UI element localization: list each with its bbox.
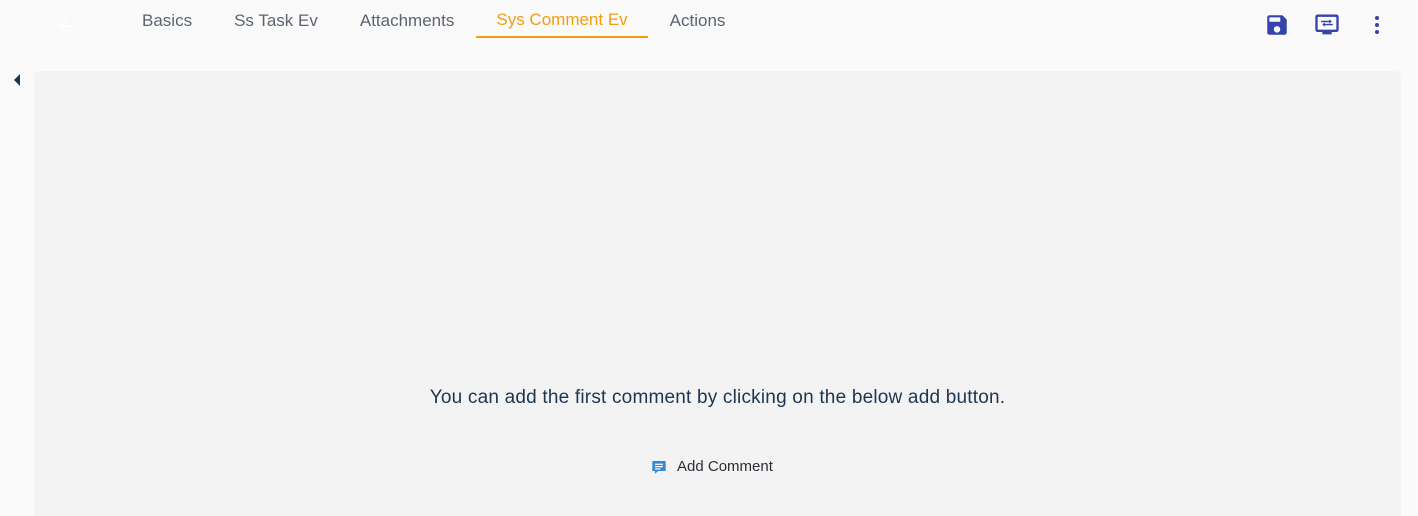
- tab-sys-comment-ev[interactable]: Sys Comment Ev: [476, 0, 648, 38]
- more-vert-icon: [1375, 16, 1379, 34]
- empty-comments-message: You can add the first comment by clickin…: [429, 387, 1006, 408]
- caret-left-icon: [14, 74, 20, 86]
- tab-bar: Basics Ss Task Ev Attachments Sys Commen…: [122, 0, 747, 52]
- tab-basics[interactable]: Basics: [122, 0, 212, 38]
- more-options-button[interactable]: [1362, 10, 1392, 40]
- comment-icon: [652, 460, 666, 474]
- tab-actions[interactable]: Actions: [650, 0, 746, 38]
- back-button[interactable]: [52, 12, 80, 40]
- comments-panel: You can add the first comment by clickin…: [34, 71, 1401, 516]
- transfer-icon: [1315, 14, 1339, 35]
- save-icon: [1267, 15, 1287, 35]
- tab-ss-task-ev[interactable]: Ss Task Ev: [214, 0, 338, 38]
- top-actions: [1262, 10, 1392, 40]
- add-comment-label: Add Comment: [677, 458, 773, 475]
- add-comment-button[interactable]: Add Comment: [651, 458, 773, 475]
- tab-attachments[interactable]: Attachments: [340, 0, 475, 38]
- save-button[interactable]: [1262, 10, 1292, 40]
- top-bar: Basics Ss Task Ev Attachments Sys Commen…: [0, 0, 1418, 52]
- transfer-button[interactable]: [1312, 10, 1342, 40]
- sidebar-collapse-toggle[interactable]: [10, 72, 24, 88]
- arrow-left-icon: [58, 18, 74, 34]
